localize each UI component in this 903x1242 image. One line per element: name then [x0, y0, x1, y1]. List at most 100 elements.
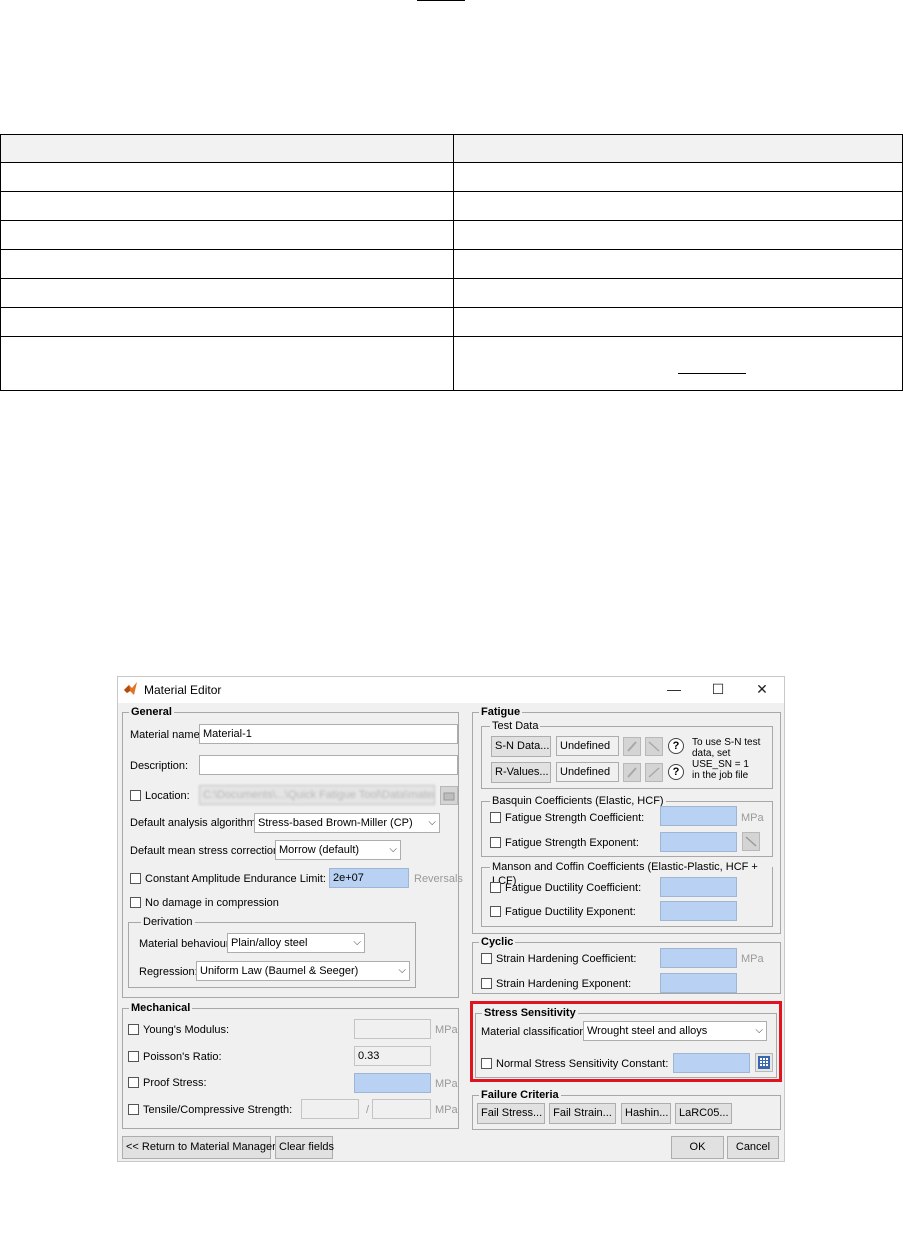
table-row — [0, 220, 903, 250]
mean-stress-value: Morrow (default) — [279, 844, 360, 856]
no-damage-checkbox[interactable] — [130, 897, 141, 908]
document-table — [0, 134, 903, 391]
fatigue-strength-exp-input[interactable] — [660, 832, 737, 852]
top-underline — [417, 0, 465, 1]
help-icon[interactable]: ? — [668, 764, 684, 780]
r-status-field: Undefined — [556, 762, 619, 782]
help-icon[interactable]: ? — [668, 738, 684, 754]
fatigue-strength-coef-checkbox[interactable] — [490, 812, 501, 823]
plot-icon — [745, 836, 757, 847]
fatigue-ductility-exp-input[interactable] — [660, 901, 737, 921]
title-bar: Material Editor — ☐ ✕ — [118, 677, 784, 703]
strain-hardening-exp-checkbox[interactable] — [481, 978, 492, 989]
regression-select[interactable]: Uniform Law (Baumel & Seeger) ⌵ — [196, 961, 410, 981]
sn-note-line-2: data, set — [692, 748, 731, 759]
analysis-algorithm-value: Stress-based Brown-Miller (CP) — [258, 817, 413, 829]
regression-label: Regression: — [139, 966, 198, 978]
youngs-modulus-checkbox[interactable] — [128, 1024, 139, 1035]
material-behaviour-value: Plain/alloy steel — [231, 937, 308, 949]
ok-button[interactable]: OK — [671, 1136, 724, 1159]
table-cell — [453, 307, 903, 337]
hashin-button[interactable]: Hashin... — [621, 1103, 671, 1124]
table-cell — [453, 191, 903, 221]
tensile-strength-label: Tensile/Compressive Strength: — [143, 1104, 293, 1116]
table-cell — [0, 336, 454, 391]
plot-icon — [648, 767, 660, 778]
chevron-down-icon: ⌵ — [353, 937, 361, 948]
table-cell — [453, 134, 903, 163]
table-row — [0, 162, 903, 192]
sn-data-button[interactable]: S-N Data... — [491, 736, 551, 757]
fatigue-strength-exp-checkbox[interactable] — [490, 837, 501, 848]
fatigue-ductility-coef-input[interactable] — [660, 877, 737, 897]
minimize-button[interactable]: — — [664, 680, 684, 698]
window-title: Material Editor — [144, 683, 222, 697]
fatigue-strength-coef-input[interactable] — [660, 806, 737, 826]
proof-stress-unit: MPa — [435, 1078, 458, 1090]
material-behaviour-select[interactable]: Plain/alloy steel ⌵ — [227, 933, 365, 953]
table-row — [0, 249, 903, 279]
youngs-modulus-input — [354, 1019, 431, 1039]
poissons-ratio-checkbox[interactable] — [128, 1051, 139, 1062]
tensile-strength-unit: MPa — [435, 1104, 458, 1116]
table-row — [0, 336, 903, 391]
proof-stress-checkbox[interactable] — [128, 1077, 139, 1088]
larc05-button[interactable]: LaRC05... — [675, 1103, 732, 1124]
table-header-row — [0, 134, 903, 163]
r-values-button[interactable]: R-Values... — [491, 762, 551, 783]
general-title: General — [129, 705, 174, 719]
return-to-manager-button[interactable]: << Return to Material Manager — [122, 1136, 276, 1159]
maximize-button[interactable]: ☐ — [708, 680, 728, 698]
test-data-title: Test Data — [490, 719, 541, 733]
tensile-separator: / — [366, 1104, 370, 1116]
analysis-algorithm-select[interactable]: Stress-based Brown-Miller (CP) ⌵ — [254, 813, 440, 833]
location-label: Location: — [145, 790, 190, 802]
mean-stress-select[interactable]: Morrow (default) ⌵ — [275, 840, 401, 860]
youngs-modulus-label: Young's Modulus: — [143, 1024, 230, 1036]
description-input[interactable] — [199, 755, 458, 775]
material-behaviour-label: Material behaviour: — [139, 938, 233, 950]
fatigue-strength-coef-unit: MPa — [741, 812, 764, 824]
analysis-algorithm-label: Default analysis algorithm: — [130, 817, 260, 829]
derivation-title: Derivation — [141, 915, 195, 929]
fail-stress-button[interactable]: Fail Stress... — [477, 1103, 545, 1124]
cael-input[interactable]: 2e+07 — [329, 868, 409, 888]
table-cell — [453, 162, 903, 192]
plot-icon — [648, 741, 660, 752]
strain-hardening-coef-label: Strain Hardening Coefficient: — [496, 953, 637, 965]
fatigue-strength-exp-label: Fatigue Strength Exponent: — [505, 837, 639, 849]
fatigue-strength-exp-plot-button — [742, 832, 760, 851]
tensile-strength-checkbox[interactable] — [128, 1104, 139, 1115]
table-cell — [453, 336, 903, 391]
fatigue-ductility-exp-checkbox[interactable] — [490, 906, 501, 917]
proof-stress-input[interactable] — [354, 1073, 431, 1093]
material-name-input[interactable]: Material-1 — [199, 724, 458, 744]
youngs-modulus-unit: MPa — [435, 1024, 458, 1036]
sn-note-line-3: USE_SN = 1 — [692, 759, 749, 770]
sn-note-line-4: in the job file — [692, 770, 749, 781]
cancel-button[interactable]: Cancel — [727, 1136, 779, 1159]
cael-checkbox[interactable] — [130, 873, 141, 884]
sn-edit-button — [623, 737, 641, 756]
strain-hardening-coef-input[interactable] — [660, 948, 737, 968]
table-row — [0, 278, 903, 308]
fatigue-ductility-coef-checkbox[interactable] — [490, 882, 501, 893]
strain-hardening-exp-input[interactable] — [660, 973, 737, 993]
close-button[interactable]: ✕ — [752, 680, 772, 698]
fail-strain-button[interactable]: Fail Strain... — [549, 1103, 616, 1124]
basquin-title: Basquin Coefficients (Elastic, HCF) — [490, 794, 666, 808]
table-row — [0, 191, 903, 221]
matlab-icon — [124, 682, 137, 695]
table-cell — [453, 278, 903, 308]
sn-note: To use S-N test data, set USE_SN = 1 in … — [692, 737, 760, 781]
clear-fields-button[interactable]: Clear fields — [275, 1136, 334, 1159]
poissons-ratio-input: 0.33 — [354, 1046, 431, 1066]
pencil-icon — [627, 767, 637, 778]
location-input: C:\Documents\...\Quick Fatigue Tool\Data… — [199, 785, 435, 805]
mechanical-title: Mechanical — [129, 1001, 193, 1015]
strain-hardening-coef-checkbox[interactable] — [481, 953, 492, 964]
fatigue-ductility-exp-label: Fatigue Ductility Exponent: — [505, 906, 636, 918]
table-cell — [453, 220, 903, 250]
table-cell — [0, 134, 454, 163]
location-checkbox[interactable] — [130, 790, 141, 801]
